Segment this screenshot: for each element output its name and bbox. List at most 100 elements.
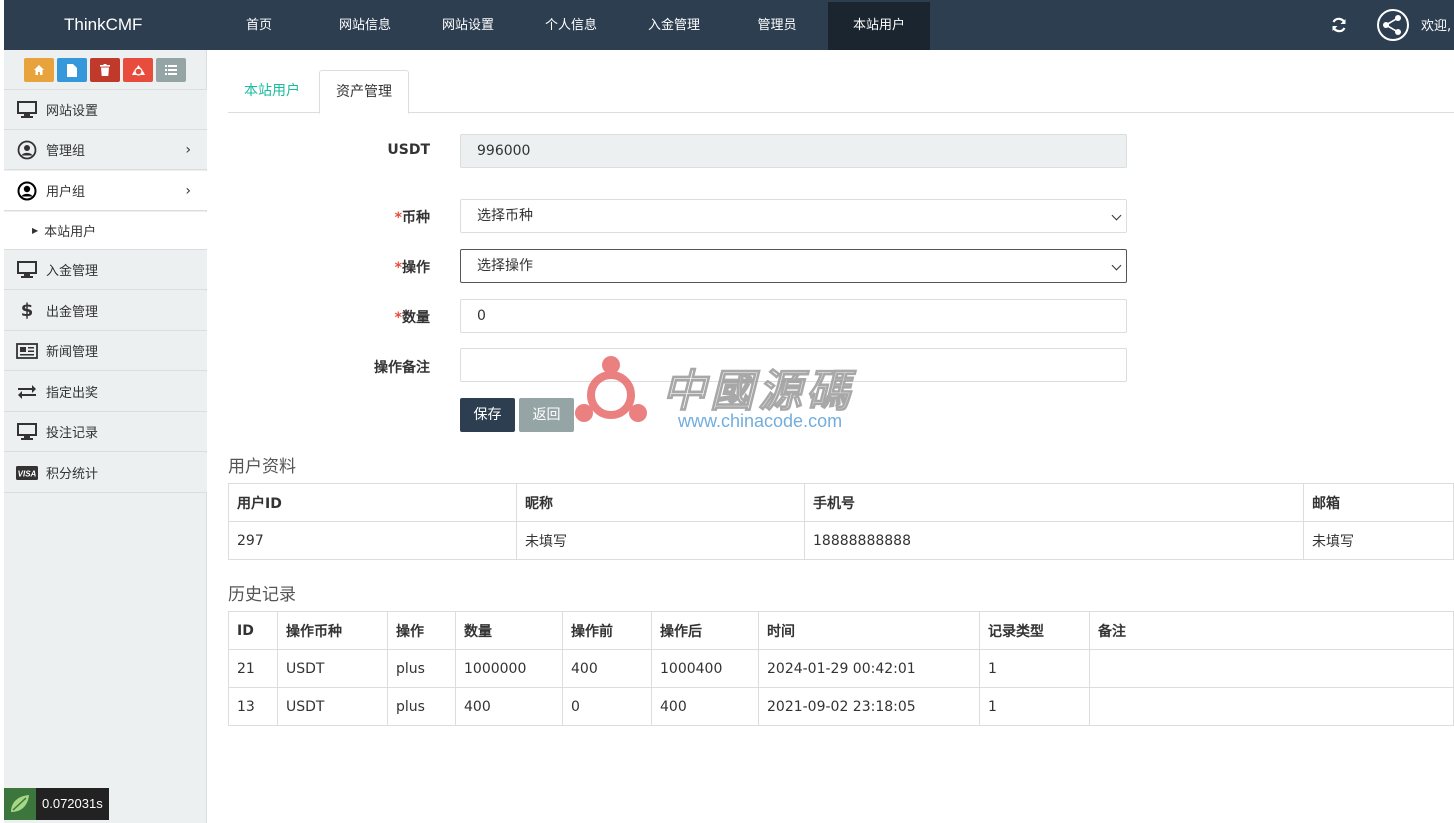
cell-operation: plus	[387, 649, 456, 688]
sidebar-item-label: 积分统计	[46, 467, 99, 482]
nav-site-users[interactable]: 本站用户	[828, 2, 930, 50]
cell-currency: USDT	[277, 649, 388, 688]
nav-admin[interactable]: 管理员	[731, 2, 823, 50]
debug-timer[interactable]: 0.072031s	[4, 788, 109, 820]
sidebar: 网站设置 管理组 › 用户组 › ▶ 本站用户 入金管理 $ 出金管理 新闻管理…	[4, 50, 207, 823]
header-currency: 操作币种	[277, 611, 388, 650]
cell-currency: USDT	[277, 687, 388, 726]
header-after: 操作后	[651, 611, 759, 650]
operation-select[interactable]: 选择操作	[460, 249, 1127, 283]
header-phone: 手机号	[804, 483, 1304, 522]
cell-time: 2021-09-02 23:18:05	[758, 687, 980, 726]
operation-label: *操作	[394, 260, 430, 276]
file-icon[interactable]	[57, 58, 87, 82]
watermark-url: www.chinacode.com	[678, 411, 843, 431]
header-operation: 操作	[387, 611, 456, 650]
usdt-field: 996000	[460, 134, 1127, 168]
cell-phone: 18888888888	[804, 521, 1304, 560]
sidebar-item-label: 新闻管理	[46, 345, 99, 360]
cell-before: 400	[562, 649, 652, 688]
cell-amount: 1000000	[455, 649, 563, 688]
chevron-right-icon: ›	[185, 142, 191, 158]
header-email: 邮箱	[1303, 483, 1454, 522]
sidebar-item-label: 指定出奖	[46, 386, 99, 401]
sidebar-item-label: 出金管理	[46, 305, 99, 320]
sidebar-item-points-stats[interactable]: VISA 积分统计	[4, 453, 207, 493]
trash-icon[interactable]	[90, 58, 120, 82]
cell-user-id: 297	[228, 521, 517, 560]
header-user-id: 用户ID	[228, 483, 517, 522]
monitor-icon	[16, 101, 38, 119]
sidebar-item-news[interactable]: 新闻管理	[4, 331, 207, 371]
user-info-table: 用户ID 昵称 手机号 邮箱 297 未填写 18888888888 未填写	[228, 483, 1454, 560]
cell-remark	[1089, 649, 1454, 688]
sidebar-item-user-group[interactable]: 用户组 ›	[4, 171, 207, 211]
table-header-row: 用户ID 昵称 手机号 邮箱	[228, 483, 1454, 522]
tab-site-users[interactable]: 本站用户	[228, 70, 316, 113]
refresh-icon[interactable]	[1330, 16, 1348, 34]
sidebar-item-assign-prize[interactable]: 指定出奖	[4, 372, 207, 412]
cell-nickname: 未填写	[516, 521, 805, 560]
sidebar-item-label: 入金管理	[46, 264, 99, 279]
sidebar-item-admin-group[interactable]: 管理组 ›	[4, 130, 207, 170]
cell-operation: plus	[387, 687, 456, 726]
header-time: 时间	[758, 611, 980, 650]
user-circle-icon	[16, 181, 38, 200]
header-remark: 备注	[1089, 611, 1454, 650]
header-amount: 数量	[455, 611, 563, 650]
cell-after: 1000400	[651, 649, 759, 688]
dollar-icon: $	[20, 300, 34, 321]
amount-label: *数量	[394, 310, 430, 326]
history-table: ID 操作币种 操作 数量 操作前 操作后 时间 记录类型 备注 21 USDT…	[228, 611, 1454, 726]
welcome-text[interactable]: 欢迎,	[1421, 0, 1451, 50]
sidebar-item-withdraw[interactable]: $ 出金管理	[4, 291, 207, 331]
nav-site-info[interactable]: 网站信息	[319, 2, 411, 50]
amount-input[interactable]: 0	[460, 299, 1127, 333]
tab-bar: 本站用户 资产管理	[228, 70, 1454, 114]
cell-after: 400	[651, 687, 759, 726]
sidebar-item-site-settings[interactable]: 网站设置	[4, 90, 207, 130]
sidebar-item-deposit[interactable]: 入金管理	[4, 250, 207, 290]
recycle-icon[interactable]	[123, 58, 153, 82]
sidebar-subitem-site-users[interactable]: ▶ 本站用户	[4, 212, 207, 250]
cell-remark	[1089, 687, 1454, 726]
nav-home[interactable]: 首页	[219, 2, 299, 50]
caret-right-icon: ▶	[32, 226, 39, 235]
usdt-label: USDT	[387, 142, 430, 158]
top-navbar: ThinkCMF 首页 网站信息 网站设置 个人信息 入金管理 管理员 本站用户…	[4, 0, 1454, 50]
sidebar-item-label: 投注记录	[46, 426, 99, 441]
currency-label: *币种	[394, 210, 430, 226]
remark-input[interactable]	[460, 348, 1127, 382]
header-before: 操作前	[562, 611, 652, 650]
nav-personal-info[interactable]: 个人信息	[525, 2, 617, 50]
chevron-right-icon: ›	[185, 183, 191, 199]
back-button[interactable]: 返回	[519, 398, 574, 432]
user-info-title: 用户资料	[228, 457, 296, 477]
cell-amount: 400	[455, 687, 563, 726]
newspaper-icon	[16, 342, 38, 360]
header-record-type: 记录类型	[979, 611, 1090, 650]
table-row: 13 USDT plus 400 0 400 2021-09-02 23:18:…	[228, 687, 1454, 726]
nav-site-settings[interactable]: 网站设置	[422, 2, 514, 50]
monitor-icon	[16, 423, 38, 441]
visa-icon: VISA	[16, 464, 38, 482]
currency-select[interactable]: 选择币种	[460, 199, 1127, 233]
sidebar-subitem-label: 本站用户	[44, 225, 97, 240]
cell-email: 未填写	[1303, 521, 1454, 560]
cell-record-type: 1	[979, 687, 1090, 726]
sidebar-item-bet-records[interactable]: 投注记录	[4, 412, 207, 452]
timer-value: 0.072031s	[36, 788, 109, 820]
sidebar-item-label: 网站设置	[46, 104, 99, 119]
home-icon[interactable]	[24, 58, 54, 82]
nav-deposit[interactable]: 入金管理	[628, 2, 720, 50]
user-circle-icon	[16, 140, 38, 159]
brand-logo[interactable]: ThinkCMF	[64, 0, 142, 50]
save-button[interactable]: 保存	[460, 398, 515, 432]
cell-before: 0	[562, 687, 652, 726]
cell-id: 21	[228, 649, 278, 688]
tab-asset-management[interactable]: 资产管理	[319, 70, 409, 114]
cell-record-type: 1	[979, 649, 1090, 688]
avatar[interactable]	[1377, 9, 1409, 41]
shortcut-bar	[4, 50, 206, 90]
list-icon[interactable]	[156, 58, 186, 82]
